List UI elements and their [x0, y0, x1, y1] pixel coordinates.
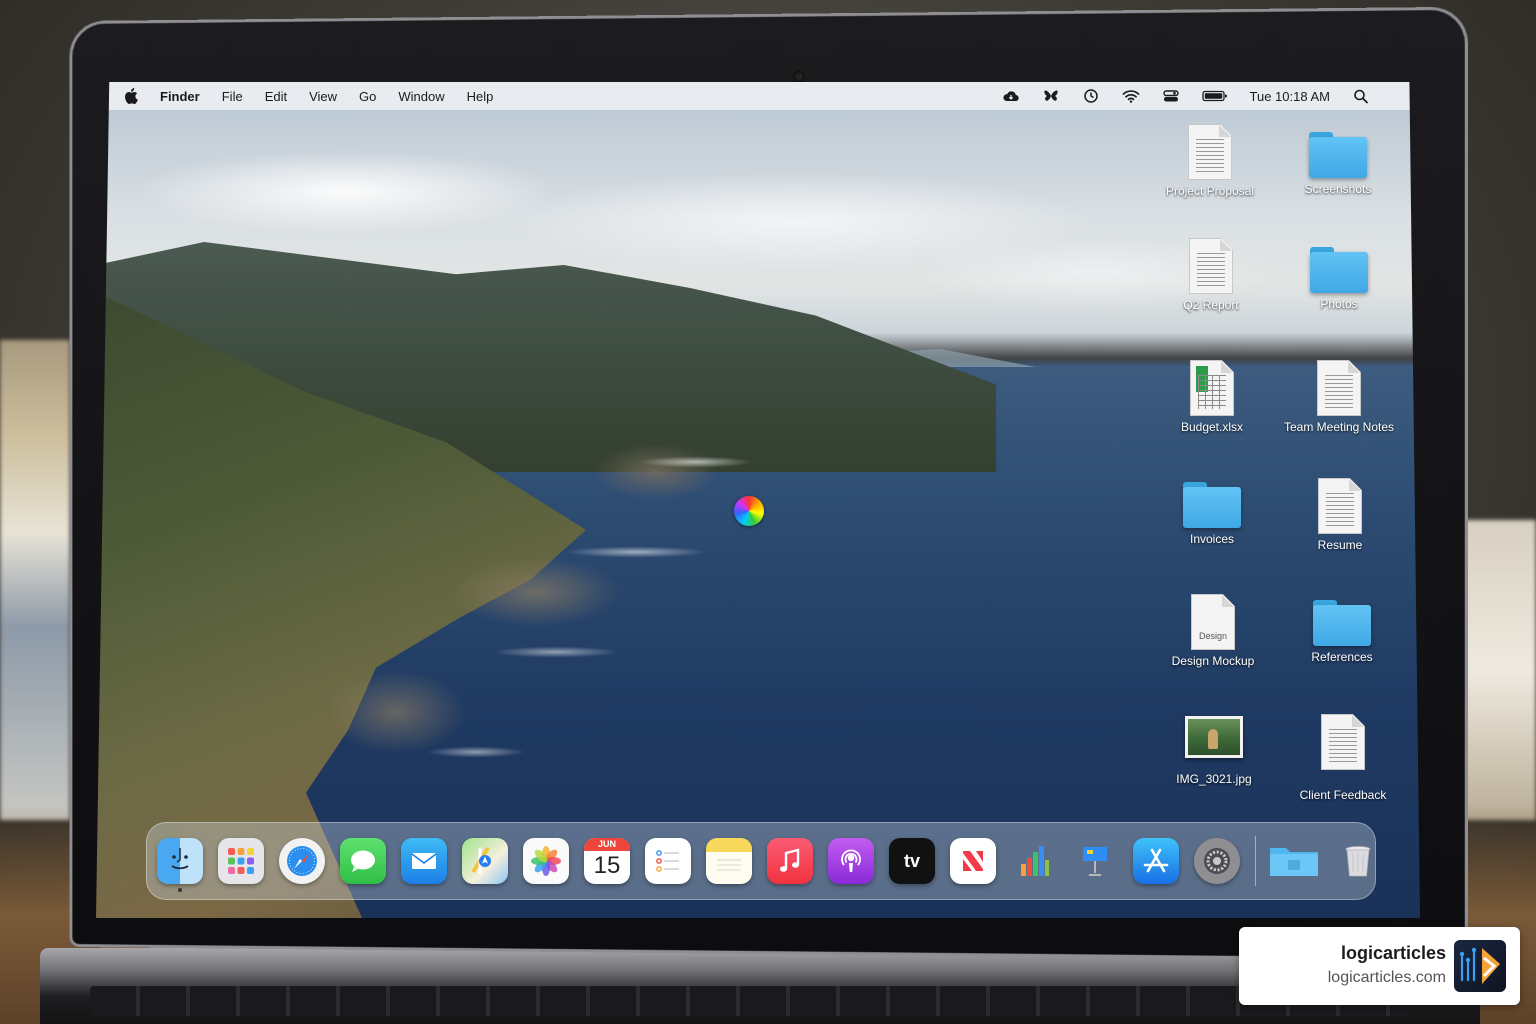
apple-tv-label: tv	[903, 850, 920, 871]
butterfly-icon[interactable]	[1042, 88, 1060, 104]
document-icon: Design	[1191, 594, 1235, 650]
calendar-icon[interactable]: JUN 15	[584, 838, 630, 884]
finder-icon[interactable]	[157, 838, 203, 892]
menu-edit[interactable]: Edit	[265, 89, 287, 104]
desktop-item-resume[interactable]: Resume	[1280, 478, 1400, 553]
desktop-item-label: References	[1311, 650, 1373, 664]
messages-icon[interactable]	[340, 838, 386, 884]
icloud-icon[interactable]	[1002, 88, 1020, 104]
desktop-item-label: Design Mockup	[1171, 654, 1255, 668]
menu-bar: Finder File Edit View Go Window Help Tue…	[96, 82, 1420, 110]
desktop-item-screenshots[interactable]: Screenshots	[1278, 132, 1398, 197]
clock-icon[interactable]	[1082, 88, 1100, 104]
menu-app-name[interactable]: Finder	[160, 89, 200, 104]
desktop-item-label: Photos	[1320, 297, 1358, 311]
music-icon[interactable]	[767, 838, 813, 884]
desktop-item-img-3021[interactable]: IMG_3021.jpg	[1154, 716, 1274, 787]
news-icon[interactable]	[950, 838, 996, 884]
podcasts-icon[interactable]	[828, 838, 874, 884]
desktop-item-label: Resume	[1317, 538, 1363, 552]
launchpad-icon[interactable]	[218, 838, 264, 884]
folder-icon	[1183, 482, 1241, 528]
document-icon	[1188, 124, 1232, 180]
desktop-item-label: Team Meeting Notes	[1283, 420, 1395, 434]
calendar-day: 15	[593, 852, 621, 879]
spreadsheet-icon	[1190, 360, 1234, 416]
desktop-item-label: Q2 Report	[1183, 298, 1239, 312]
spinning-wait-cursor	[734, 496, 764, 526]
document-thumb-text: Design	[1198, 631, 1227, 641]
desktop-item-label: Project Proposal	[1165, 184, 1255, 198]
downloads-folder-icon[interactable]	[1268, 838, 1320, 884]
maps-icon[interactable]	[462, 838, 508, 884]
safari-icon[interactable]	[279, 838, 325, 884]
mail-icon[interactable]	[401, 838, 447, 884]
numbers-icon[interactable]	[1011, 838, 1057, 884]
dock: JUN 15 tv	[146, 822, 1376, 900]
battery-icon[interactable]	[1201, 88, 1228, 104]
webcam	[794, 72, 803, 81]
desktop-item-label: Budget.xlsx	[1180, 420, 1244, 434]
keynote-icon[interactable]	[1072, 838, 1118, 884]
document-icon	[1318, 478, 1362, 534]
menu-go[interactable]: Go	[359, 89, 376, 104]
watermark-badge: logicarticles logicarticles.com	[1239, 927, 1520, 1005]
keyboard	[90, 986, 1410, 1016]
reminders-icon[interactable]	[645, 838, 691, 884]
apple-tv-icon[interactable]: tv	[889, 838, 935, 884]
apple-menu-icon[interactable]	[124, 88, 138, 104]
screen: Finder File Edit View Go Window Help Tue…	[96, 82, 1420, 918]
folder-icon	[1310, 247, 1368, 293]
document-icon	[1189, 238, 1233, 294]
menu-help[interactable]: Help	[467, 89, 494, 104]
badge-site-url: logicarticles.com	[1327, 969, 1446, 986]
desktop-item-project-proposal[interactable]: Project Proposal	[1150, 124, 1270, 199]
menu-clock[interactable]: Tue 10:18 AM	[1250, 89, 1330, 104]
wallpaper-surf	[276, 422, 776, 842]
desktop-item-design-mockup[interactable]: Design Design Mockup	[1153, 594, 1273, 669]
background-bookshelf	[0, 340, 70, 820]
desktop-item-label: Screenshots	[1304, 182, 1372, 196]
folder-icon	[1309, 132, 1367, 178]
system-settings-icon[interactable]	[1194, 838, 1240, 884]
spotlight-search-icon[interactable]	[1352, 88, 1370, 104]
desktop-item-team-meeting-notes[interactable]: Team Meeting Notes	[1279, 360, 1399, 435]
document-icon	[1321, 714, 1365, 770]
desktop-item-references[interactable]: References	[1282, 600, 1402, 665]
control-center-icon[interactable]	[1162, 88, 1180, 104]
image-thumbnail-icon	[1185, 716, 1243, 758]
desktop-item-label: IMG_3021.jpg	[1176, 772, 1252, 786]
document-icon	[1317, 360, 1361, 416]
notes-icon[interactable]	[706, 838, 752, 884]
dock-separator	[1255, 836, 1256, 886]
desktop-item-photos[interactable]: Photos	[1279, 247, 1399, 312]
background-papers	[1456, 520, 1536, 820]
desktop-item-label: Client Feedback	[1299, 788, 1387, 802]
wifi-icon[interactable]	[1122, 88, 1140, 104]
folder-icon	[1313, 600, 1371, 646]
logicarticles-logo-icon	[1454, 940, 1506, 992]
badge-site-name: logicarticles	[1340, 943, 1446, 963]
trash-icon[interactable]	[1335, 838, 1381, 884]
menu-window[interactable]: Window	[398, 89, 444, 104]
app-store-icon[interactable]	[1133, 838, 1179, 884]
desktop-item-budget-xlsx[interactable]: Budget.xlsx	[1152, 360, 1272, 435]
desktop-item-label: Invoices	[1189, 532, 1235, 546]
desktop-item-client-feedback[interactable]: Client Feedback	[1283, 714, 1403, 803]
desktop-item-q2-report[interactable]: Q2 Report	[1151, 238, 1271, 313]
menu-view[interactable]: View	[309, 89, 337, 104]
photos-icon[interactable]	[523, 838, 569, 884]
menu-file[interactable]: File	[222, 89, 243, 104]
desktop-item-invoices[interactable]: Invoices	[1152, 482, 1272, 547]
calendar-month: JUN	[584, 838, 630, 851]
